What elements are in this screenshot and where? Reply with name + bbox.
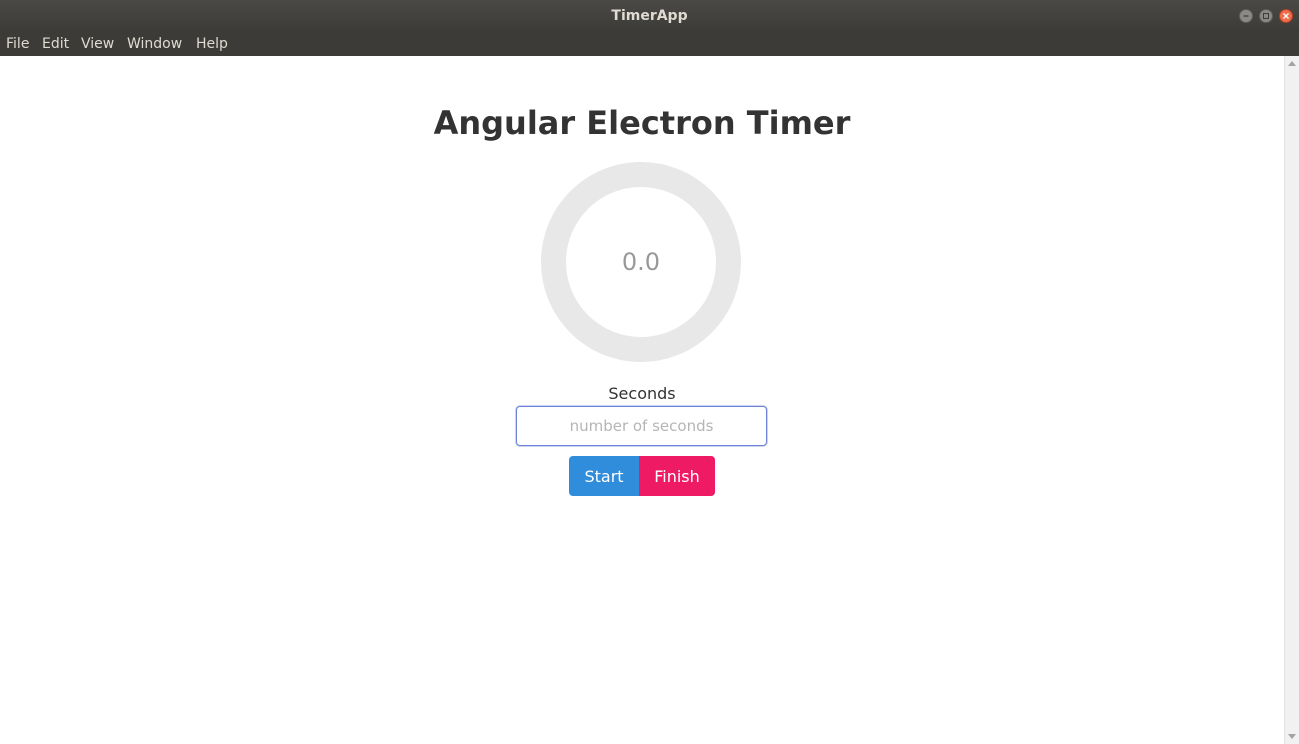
scroll-down-arrow-icon[interactable]	[1288, 734, 1296, 739]
menu-file[interactable]: File	[6, 32, 29, 56]
menu-window[interactable]: Window	[127, 32, 182, 56]
window-title: TimerApp	[611, 8, 688, 24]
timer-value: 0.0	[621, 248, 661, 276]
scroll-up-arrow-icon[interactable]	[1288, 61, 1296, 66]
start-button[interactable]: Start	[569, 456, 639, 496]
finish-button[interactable]: Finish	[639, 456, 715, 496]
title-bar: TimerApp	[0, 0, 1299, 32]
minimize-icon[interactable]	[1239, 9, 1253, 23]
seconds-input[interactable]	[516, 406, 767, 446]
menu-edit[interactable]: Edit	[42, 32, 69, 56]
menu-view[interactable]: View	[81, 32, 114, 56]
menu-help[interactable]: Help	[196, 32, 228, 56]
vertical-scrollbar[interactable]	[1284, 56, 1299, 744]
close-icon[interactable]	[1279, 9, 1293, 23]
seconds-label: Seconds	[608, 384, 676, 403]
maximize-icon[interactable]	[1259, 9, 1273, 23]
menu-bar: File Edit View Window Help	[0, 32, 1299, 56]
app-content: Angular Electron Timer 0.0 Seconds Start…	[0, 56, 1284, 744]
window-controls	[1239, 9, 1293, 23]
page-title: Angular Electron Timer	[433, 104, 851, 142]
